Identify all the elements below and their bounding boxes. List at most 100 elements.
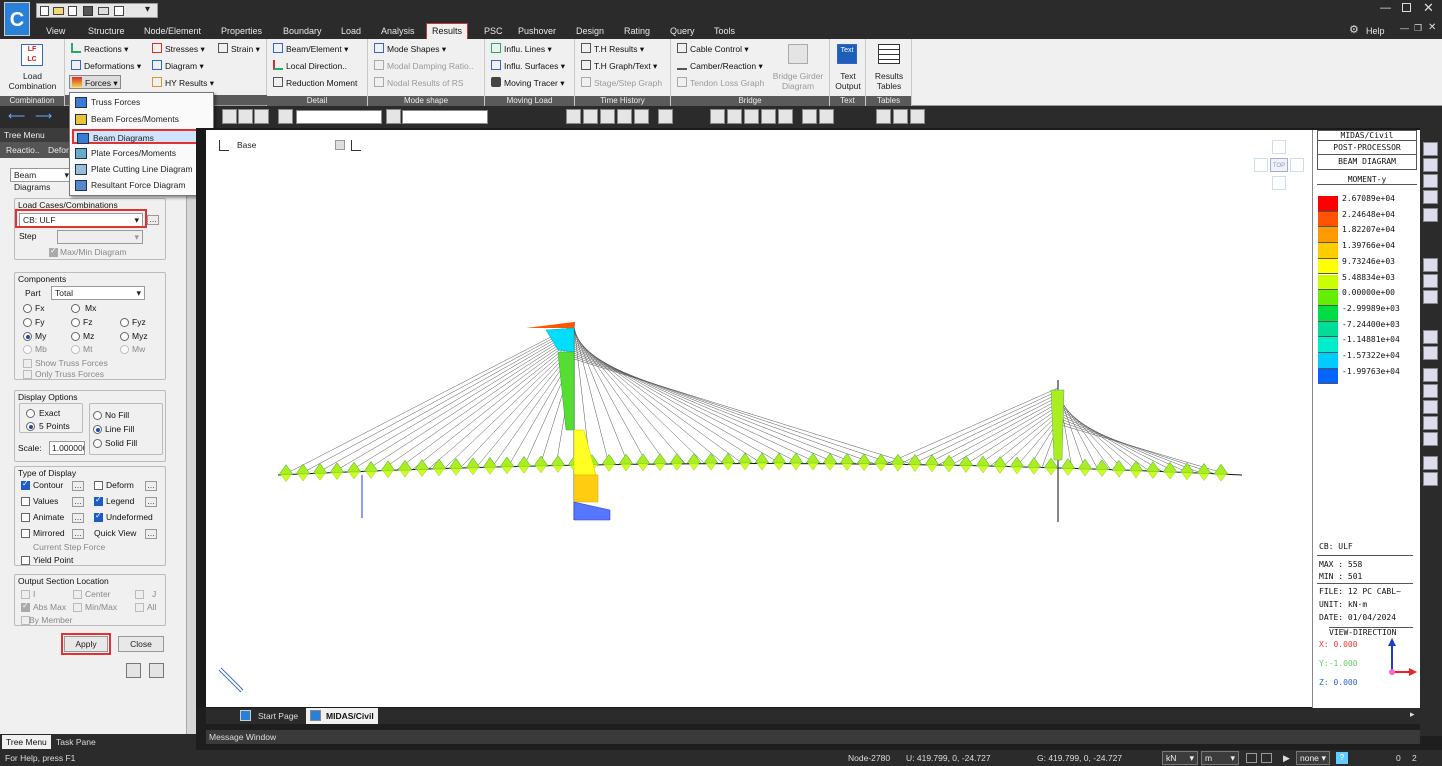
tab-scroll-right-icon[interactable]: ▸: [1410, 709, 1415, 720]
mt-radio[interactable]: [71, 345, 80, 354]
j-checkbox[interactable]: [135, 590, 144, 599]
minimize-icon[interactable]: —: [1380, 2, 1391, 14]
rotate-view-icon[interactable]: [1423, 274, 1438, 288]
force-unit-select[interactable]: kN: [1162, 751, 1198, 765]
menu-structure[interactable]: Structure: [84, 24, 129, 38]
zoom-fit-icon[interactable]: [710, 109, 725, 124]
my-radio[interactable]: [23, 332, 32, 341]
tendon-loss-button[interactable]: Tendon Loss Graph: [677, 76, 764, 90]
filter-none-select[interactable]: none: [1296, 751, 1330, 765]
cable-control-button[interactable]: Cable Control ▾: [677, 42, 749, 56]
redo-icon[interactable]: ⟶: [35, 109, 52, 123]
animate-checkbox[interactable]: [21, 513, 30, 522]
menu-psc[interactable]: PSC: [480, 24, 507, 38]
tab-deformations[interactable]: Defor: [48, 142, 69, 158]
menu-node-element[interactable]: Node/Element: [140, 24, 205, 38]
filter-field[interactable]: [402, 110, 488, 124]
strain-button[interactable]: Strain ▾: [218, 42, 260, 56]
doc-restore-icon[interactable]: ❐: [1414, 23, 1422, 34]
i-checkbox[interactable]: [21, 590, 30, 599]
display-option-1-icon[interactable]: [876, 109, 891, 124]
zoom-fit-right-icon[interactable]: [1423, 208, 1438, 222]
zoom-all-icon[interactable]: [1423, 190, 1438, 204]
quick-view-more-button[interactable]: …: [145, 529, 157, 539]
new-file-icon[interactable]: [40, 6, 49, 16]
menu-results[interactable]: Results: [426, 23, 468, 39]
menu-view[interactable]: View: [42, 24, 69, 38]
menu-item-plate-forces-moments[interactable]: Plate Forces/Moments: [72, 146, 211, 161]
min-max-checkbox[interactable]: [73, 603, 82, 612]
legend-more-button[interactable]: …: [145, 497, 157, 507]
only-truss-checkbox[interactable]: [23, 370, 32, 379]
values-checkbox[interactable]: [21, 497, 30, 506]
restore-icon[interactable]: [1402, 3, 1411, 12]
camber-reaction-button[interactable]: Camber/Reaction ▾: [677, 59, 763, 73]
five-points-radio[interactable]: [26, 422, 35, 431]
undeformed-checkbox[interactable]: [94, 511, 103, 522]
fx-radio[interactable]: [23, 304, 32, 313]
zoom-out-icon[interactable]: [1423, 174, 1438, 188]
undo-icon[interactable]: ⟵: [8, 109, 25, 123]
tab-reactions[interactable]: Reactio..: [6, 142, 40, 158]
doc-close-icon[interactable]: ✕: [1428, 22, 1436, 33]
mirrored-checkbox[interactable]: [21, 529, 30, 538]
perspective-icon[interactable]: [1423, 384, 1438, 398]
deformations-button[interactable]: Deformations ▾: [71, 59, 141, 73]
model-view-icon[interactable]: [1423, 416, 1438, 430]
abs-max-checkbox[interactable]: [21, 601, 30, 612]
stresses-button[interactable]: Stresses ▾: [152, 42, 205, 56]
view-iso-icon[interactable]: [778, 109, 793, 124]
rotate-tool-icon[interactable]: [254, 109, 269, 124]
open-folder-icon[interactable]: [53, 7, 64, 15]
select-tool-icon[interactable]: [222, 109, 237, 124]
beam-element-button[interactable]: Beam/Element ▾: [273, 42, 348, 56]
move-view-icon[interactable]: [1423, 290, 1438, 304]
element-number-icon[interactable]: [819, 109, 834, 124]
solid-fill-radio[interactable]: [93, 439, 102, 448]
menu-item-plate-cutting-line[interactable]: Plate Cutting Line Diagram: [72, 162, 211, 177]
view-tool-3-icon[interactable]: [600, 109, 615, 124]
save-icon[interactable]: [83, 6, 93, 16]
scale-input[interactable]: 1.000000: [49, 441, 85, 455]
th-results-button[interactable]: T.H Results ▾: [581, 42, 644, 56]
function-select[interactable]: Beam Diagrams: [10, 168, 72, 192]
pan-widget-icon[interactable]: [216, 665, 246, 695]
menu-query[interactable]: Query: [666, 24, 699, 38]
center-checkbox[interactable]: [73, 590, 82, 599]
mw-radio[interactable]: [120, 345, 129, 354]
play-icon[interactable]: ▶: [1283, 750, 1290, 766]
pan-icon[interactable]: [1423, 258, 1438, 272]
load-case-more-button[interactable]: …: [147, 215, 159, 225]
mode-shapes-button[interactable]: Mode Shapes ▾: [374, 42, 446, 56]
display-option-2-icon[interactable]: [893, 109, 908, 124]
text-output-button[interactable]: Text Output: [831, 71, 865, 91]
tab-start-page[interactable]: Start Page: [258, 709, 298, 723]
menu-item-resultant-force[interactable]: Resultant Force Diagram: [72, 178, 211, 193]
axis-view-icon[interactable]: [1423, 456, 1438, 470]
deform-checkbox[interactable]: [94, 481, 103, 490]
values-more-button[interactable]: …: [72, 497, 84, 507]
menu-boundary[interactable]: Boundary: [279, 24, 326, 38]
mz-radio[interactable]: [71, 332, 80, 341]
forces-button[interactable]: Forces ▾: [69, 75, 121, 89]
hidden-icon[interactable]: [1423, 400, 1438, 414]
pick-tool-icon[interactable]: [386, 109, 401, 124]
length-unit-select[interactable]: m: [1201, 751, 1239, 765]
menu-design[interactable]: Design: [572, 24, 608, 38]
close-window-icon[interactable]: ✕: [1423, 0, 1434, 16]
preview-icon[interactable]: [114, 6, 124, 16]
view-top-icon[interactable]: [761, 109, 776, 124]
fyz-radio[interactable]: [120, 318, 129, 327]
selection-field[interactable]: [296, 110, 382, 124]
menu-item-beam-diagrams[interactable]: Beam Diagrams: [72, 129, 211, 144]
print-icon[interactable]: [98, 7, 109, 15]
legend-checkbox[interactable]: [94, 495, 103, 506]
property-view-icon[interactable]: [1423, 432, 1438, 446]
model-canvas[interactable]: Base TOP ◂: [206, 130, 1414, 722]
view-tool-1-icon[interactable]: [566, 109, 581, 124]
all-checkbox[interactable]: [135, 603, 144, 612]
export-view-icon[interactable]: [1423, 472, 1438, 486]
mb-radio[interactable]: [23, 345, 32, 354]
menu-help[interactable]: Help: [1362, 24, 1389, 38]
menu-properties[interactable]: Properties: [217, 24, 266, 38]
